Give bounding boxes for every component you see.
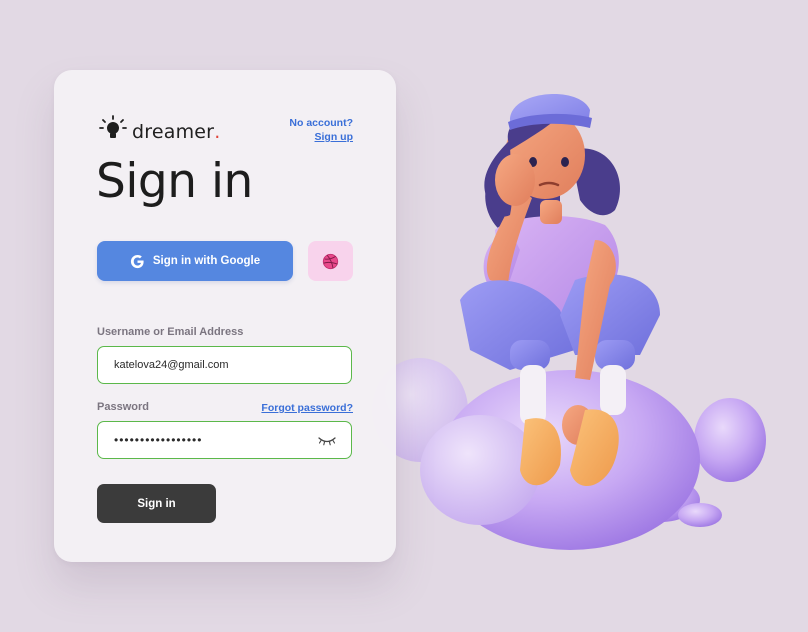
google-signin-label: Sign in with Google bbox=[152, 255, 261, 267]
google-icon bbox=[130, 254, 144, 268]
password-label: Password bbox=[97, 401, 149, 413]
no-account-text: No account? bbox=[289, 117, 353, 129]
signup-prompt: No account? Sign up bbox=[289, 116, 353, 144]
lightbulb-icon bbox=[99, 115, 127, 138]
dribbble-signin-button[interactable] bbox=[308, 241, 353, 281]
password-input[interactable] bbox=[98, 422, 351, 458]
username-label: Username or Email Address bbox=[97, 326, 244, 338]
username-input[interactable] bbox=[98, 347, 351, 383]
eye-closed-icon[interactable] bbox=[317, 433, 337, 447]
brand-dot: . bbox=[214, 121, 221, 143]
password-field-box bbox=[97, 421, 352, 459]
page: dreamer . No account? Sign up Sign in Si… bbox=[0, 0, 808, 632]
forgot-password-link[interactable]: Forgot password? bbox=[261, 402, 353, 414]
dribbble-icon bbox=[322, 253, 339, 269]
signin-card: dreamer . No account? Sign up Sign in Si… bbox=[54, 70, 396, 562]
brand-logo[interactable]: dreamer . bbox=[98, 114, 220, 144]
character-illustration bbox=[372, 93, 766, 550]
signin-submit-button[interactable]: Sign in bbox=[97, 484, 216, 523]
signup-link[interactable]: Sign up bbox=[315, 130, 354, 144]
brand-name: dreamer bbox=[132, 121, 215, 143]
username-field-box bbox=[97, 346, 352, 384]
google-signin-button[interactable]: Sign in with Google bbox=[97, 241, 293, 281]
page-title: Sign in bbox=[96, 154, 253, 209]
